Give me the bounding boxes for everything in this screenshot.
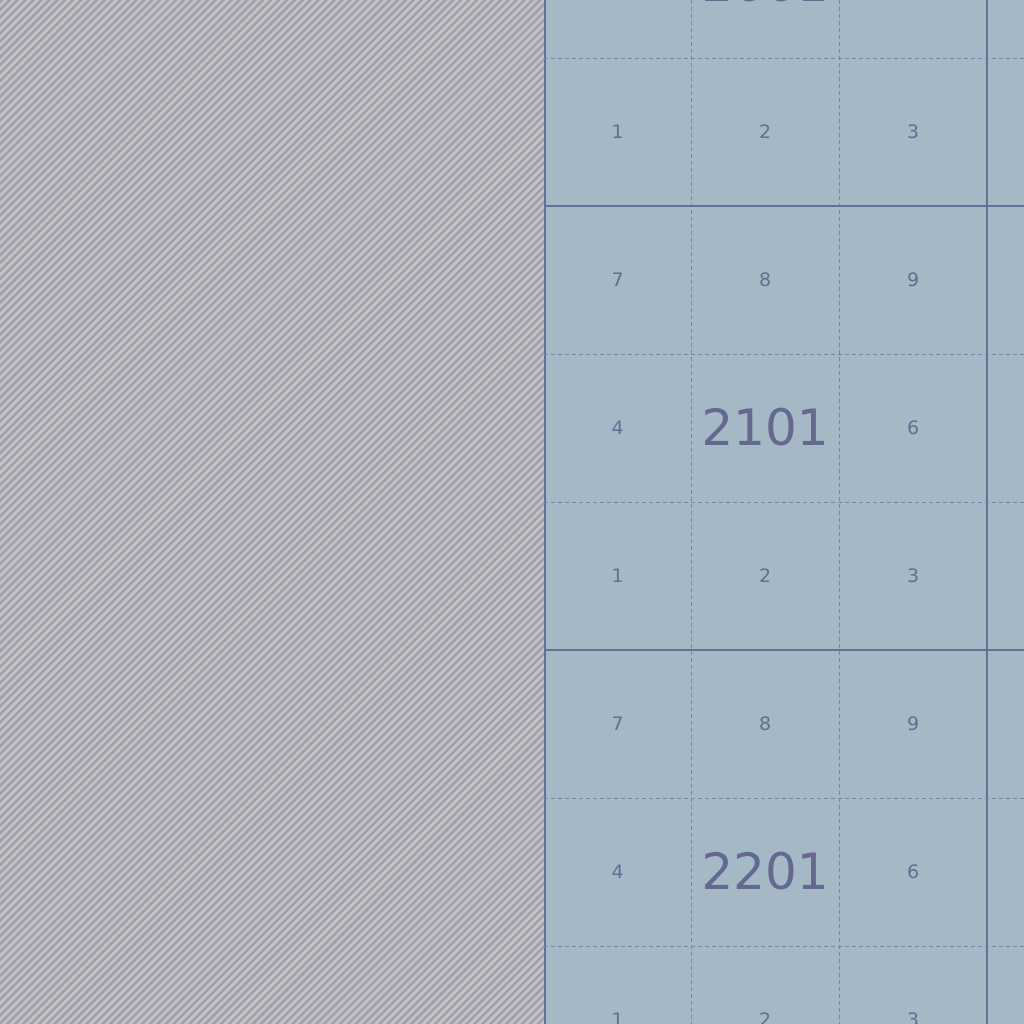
grid-reference-map[interactable]: 789420016123789421016123789422016123 <box>544 0 1024 1024</box>
subcell-number-label: 2 <box>758 1009 772 1024</box>
subcell-number-label: 4 <box>611 417 624 439</box>
block-id-label: 2101 <box>701 399 829 457</box>
out-of-bounds-hatched-area <box>0 0 544 1024</box>
subcell-number-label: 6 <box>906 417 920 439</box>
subcell-number-label: 8 <box>758 269 772 291</box>
subcell-number-label: 3 <box>906 565 920 587</box>
subcell-number-label: 1 <box>611 121 624 143</box>
subcell-number-label: 2 <box>758 565 772 587</box>
subcell-number-label: 1 <box>611 1009 624 1024</box>
subcell-number-label: 2 <box>758 121 772 143</box>
block-id-label: 2201 <box>701 843 829 901</box>
subcell-number-label: 1 <box>611 565 624 587</box>
subcell-number-label: 8 <box>758 713 772 735</box>
subcell-number-label: 7 <box>611 269 624 291</box>
block-id-label: 2001 <box>685 0 845 12</box>
subcell-number-label: 6 <box>906 861 920 883</box>
subcell-number-label: 3 <box>906 121 920 143</box>
subcell-number-label: 4 <box>611 861 624 883</box>
subcell-number-label: 9 <box>906 269 920 291</box>
subcell-number-label: 9 <box>906 713 920 735</box>
subcell-number-label: 7 <box>611 713 624 735</box>
subcell-number-label: 3 <box>906 1009 920 1024</box>
